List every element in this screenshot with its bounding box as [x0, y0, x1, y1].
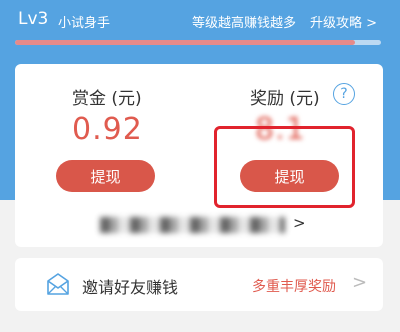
- upgrade-guide-link[interactable]: 升级攻略 >: [310, 12, 377, 31]
- redacted-text: [100, 217, 285, 233]
- bounty-withdraw-button[interactable]: 提现: [56, 160, 155, 192]
- level-progress-fill: [15, 40, 356, 45]
- reward-title: 奖励 (元): [250, 89, 320, 109]
- bounty-title: 赏金 (元): [72, 89, 142, 109]
- history-link[interactable]: >: [100, 214, 320, 237]
- invite-label: 邀请好友赚钱: [82, 278, 179, 297]
- history-arrow-icon: >: [293, 214, 306, 232]
- level-progress-bar: [15, 40, 381, 45]
- help-icon[interactable]: ?: [333, 83, 355, 105]
- highlight-box: [214, 126, 355, 208]
- level-label: Lv3: [18, 9, 49, 29]
- level-hint: 等级越高赚钱越多: [192, 16, 297, 31]
- envelope-icon: [47, 273, 69, 295]
- level-title: 小试身手: [58, 16, 111, 31]
- balance-card: 赏金 (元) 奖励 (元) ? 0.92 8.1 提现 提现 >: [15, 64, 383, 247]
- chevron-right-icon: >: [352, 272, 368, 293]
- invite-friends-row[interactable]: 邀请好友赚钱 多重丰厚奖励 >: [15, 258, 383, 311]
- invite-reward-text: 多重丰厚奖励: [252, 279, 336, 295]
- bounty-amount: 0.92: [72, 112, 143, 147]
